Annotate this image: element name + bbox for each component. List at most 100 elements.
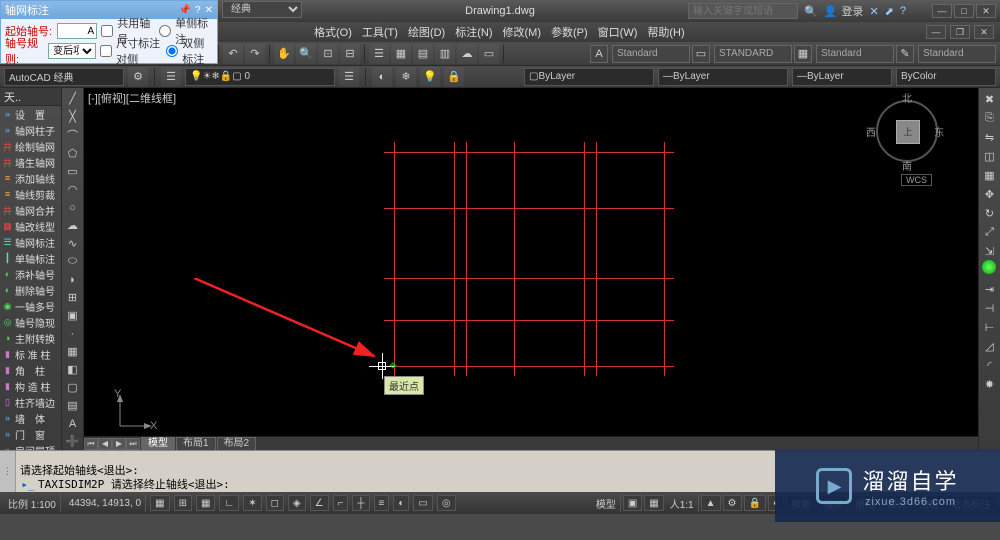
tianzheng-item-1[interactable]: »轴网柱子 xyxy=(0,122,61,138)
tianzheng-item-9[interactable]: ┃单轴标注 xyxy=(0,250,61,266)
tianzheng-item-12[interactable]: ◉一轴多号 xyxy=(0,298,61,314)
tianzheng-item-20[interactable]: »门 窗 xyxy=(0,426,61,442)
status-polar-toggle[interactable]: ✶ xyxy=(243,495,261,511)
wcs-label[interactable]: WCS xyxy=(901,174,932,186)
status-scale[interactable]: 比例 1:100 xyxy=(4,494,61,512)
panel-close-icon[interactable]: ✕ xyxy=(205,5,213,16)
tablestyle-icon[interactable]: ▦ xyxy=(794,45,812,63)
status-lwt-toggle[interactable]: ≡ xyxy=(374,495,390,511)
calc-icon[interactable]: ▭ xyxy=(479,44,499,64)
fillet-icon[interactable]: ◜ xyxy=(981,356,999,374)
tianzheng-item-6[interactable]: 井轴网合并 xyxy=(0,202,61,218)
tianzheng-item-14[interactable]: ◑主附转换 xyxy=(0,330,61,346)
mlstyle-icon[interactable]: ✎ xyxy=(896,45,914,63)
dimstyle-combo[interactable]: STANDARD xyxy=(714,45,792,63)
menu-help[interactable]: 帮助(H) xyxy=(643,24,688,40)
rect-icon[interactable]: ▭ xyxy=(64,163,82,180)
tianzheng-item-0[interactable]: »设 置 xyxy=(0,106,61,122)
sheet-set-icon[interactable]: ▥ xyxy=(435,44,455,64)
tab-prev-icon[interactable]: ◀ xyxy=(98,438,112,450)
menu-dim[interactable]: 标注(N) xyxy=(451,24,496,40)
status-annoauto-icon[interactable]: ▲ xyxy=(701,495,721,511)
tianzheng-item-17[interactable]: ▮构 造 柱 xyxy=(0,378,61,394)
tab-last-icon[interactable]: ⏭ xyxy=(126,438,140,450)
compass-e[interactable]: 东 xyxy=(934,124,944,139)
tianzheng-item-10[interactable]: ◐添补轴号 xyxy=(0,266,61,282)
point-icon[interactable]: · xyxy=(64,325,82,342)
workspace-quick-select[interactable]: 经典 xyxy=(222,1,302,18)
tab-layout2[interactable]: 布局2 xyxy=(217,437,257,451)
minimize-button[interactable]: — xyxy=(932,4,952,18)
region-icon[interactable]: ▢ xyxy=(64,379,82,396)
textstyle-icon[interactable]: A xyxy=(590,45,608,63)
redo-icon[interactable]: ↷ xyxy=(245,44,265,64)
status-ducs-toggle[interactable]: ⌐ xyxy=(333,495,349,511)
panel-help-icon[interactable]: ? xyxy=(195,5,201,16)
block-icon[interactable]: ▣ xyxy=(64,307,82,324)
axis-rule-select[interactable]: 变后项 xyxy=(48,43,96,59)
layer-off-icon[interactable]: 💡 xyxy=(420,67,440,87)
menu-modify[interactable]: 修改(M) xyxy=(499,24,546,40)
tianzheng-item-15[interactable]: ▮标 准 柱 xyxy=(0,346,61,362)
layer-freeze-icon[interactable]: ❄ xyxy=(396,67,416,87)
tablestyle-combo[interactable]: Standard xyxy=(816,45,894,63)
doc-restore-button[interactable]: ❐ xyxy=(950,25,970,39)
tianzheng-item-21[interactable]: »房间屋顶 xyxy=(0,442,61,450)
status-quickview-icon[interactable]: ▦ xyxy=(644,495,663,511)
ellipse-icon[interactable]: ⬭ xyxy=(64,253,82,270)
workspace-combo[interactable]: AutoCAD 经典 xyxy=(4,68,124,86)
design-center-icon[interactable]: ▦ xyxy=(391,44,411,64)
status-sc-toggle[interactable]: ◎ xyxy=(437,495,456,511)
status-qp-toggle[interactable]: ▭ xyxy=(413,495,432,511)
maximize-button[interactable]: □ xyxy=(954,4,974,18)
layer-iso-icon[interactable]: ◐ xyxy=(372,67,392,87)
tianzheng-title[interactable]: 天.. xyxy=(0,88,61,106)
tianzheng-item-4[interactable]: ≡添加轴线 xyxy=(0,170,61,186)
menu-draw[interactable]: 绘图(D) xyxy=(404,24,449,40)
tab-first-icon[interactable]: ⏮ xyxy=(84,438,98,450)
markup-icon[interactable]: ☁ xyxy=(457,44,477,64)
tab-layout1[interactable]: 布局1 xyxy=(176,437,216,451)
pan-icon[interactable]: ✋ xyxy=(274,44,294,64)
table-icon[interactable]: ▤ xyxy=(64,397,82,414)
join-icon[interactable]: ⊢ xyxy=(981,318,999,336)
linetype-combo[interactable]: — ByLayer xyxy=(658,68,788,86)
gradient-icon[interactable]: ◧ xyxy=(64,361,82,378)
line-icon[interactable]: ╱ xyxy=(64,90,82,107)
viewport-label[interactable]: [-][俯视][二维线框] xyxy=(88,90,176,106)
view-cube[interactable]: 上 北 南 东 西 xyxy=(868,92,946,170)
insert-icon[interactable]: ⊞ xyxy=(64,289,82,306)
status-otrack-toggle[interactable]: ∠ xyxy=(310,495,329,511)
layer-states-icon[interactable]: ☰ xyxy=(339,67,359,87)
color-combo[interactable]: ▢ ByLayer xyxy=(524,68,654,86)
tianzheng-item-2[interactable]: 井绘制轴网 xyxy=(0,138,61,154)
doc-close-button[interactable]: ✕ xyxy=(974,25,994,39)
properties-icon[interactable]: ☰ xyxy=(369,44,389,64)
status-snap-toggle[interactable]: ⊞ xyxy=(174,495,192,511)
break-icon[interactable]: ⊣ xyxy=(981,299,999,317)
status-grid-toggle[interactable]: ▦ xyxy=(196,495,215,511)
tianzheng-item-5[interactable]: ≡轴线剪裁 xyxy=(0,186,61,202)
zoom-realtime-icon[interactable]: 🔍 xyxy=(296,44,316,64)
status-tpy-toggle[interactable]: ◐ xyxy=(393,495,409,511)
undo-icon[interactable]: ↶ xyxy=(223,44,243,64)
xline-icon[interactable]: ╳ xyxy=(64,108,82,125)
explode-icon[interactable]: ✸ xyxy=(981,375,999,393)
search-icon[interactable]: 🔍 xyxy=(804,5,818,18)
dim-opposite-checkbox[interactable] xyxy=(100,45,112,57)
pin-icon[interactable]: 📌 xyxy=(179,5,191,16)
status-3dosnap-toggle[interactable]: ◈ xyxy=(288,495,306,511)
copy2-icon[interactable]: ⎘ xyxy=(981,109,999,127)
tianzheng-item-16[interactable]: ▮角 柱 xyxy=(0,362,61,378)
start-axis-input[interactable] xyxy=(57,23,97,39)
addselected-icon[interactable]: ➕ xyxy=(64,433,82,450)
text-icon[interactable]: A xyxy=(64,415,82,432)
stretch-icon[interactable]: ⇲ xyxy=(981,242,999,260)
tianzheng-item-19[interactable]: »墙 体 xyxy=(0,410,61,426)
tab-model[interactable]: 模型 xyxy=(141,437,175,451)
textstyle-combo[interactable]: Standard xyxy=(612,45,690,63)
scale-icon[interactable]: ⤢ xyxy=(981,223,999,241)
layer-props-icon[interactable]: ☰ xyxy=(161,67,181,87)
offset-icon[interactable]: ◫ xyxy=(981,147,999,165)
command-handle[interactable]: ⋮ xyxy=(0,451,16,492)
